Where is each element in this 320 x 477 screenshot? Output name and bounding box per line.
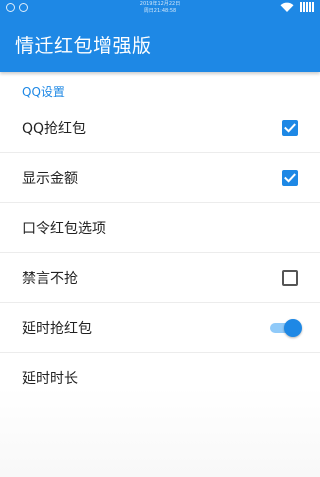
pref-label: 禁言不抢 [22,270,78,287]
muted-no-grab-checkbox[interactable] [282,269,298,286]
preferences-list: QQ抢红包 显示金额 口令红包选项 禁言不抢 延时抢红包 延时时长 [0,103,320,402]
pref-password-redpacket-options[interactable]: 口令红包选项 [0,203,320,253]
section-header-qq: QQ设置 [22,85,65,99]
app-title: 情迁红包增强版 [15,35,152,57]
qq-grab-checkbox[interactable] [282,119,298,136]
status-date: 2019年12月22日 [139,1,181,7]
switch-thumb [284,318,302,337]
pref-label: QQ抢红包 [22,120,87,137]
status-time: 周日21:48:58 [143,8,177,14]
screen: 2019年12月22日 周日21:48:58 情迁红包增强版 QQ设置 QQ抢红… [0,0,320,477]
bottom-fade [0,387,320,477]
check-icon [284,122,296,133]
status-right-icons [280,2,314,12]
pref-show-amount[interactable]: 显示金额 [0,153,320,203]
pref-label: 延时抢红包 [22,320,92,337]
pref-delayed-grab[interactable]: 延时抢红包 [0,303,320,353]
app-header: 2019年12月22日 周日21:48:58 情迁红包增强版 [0,0,320,72]
pref-label: 显示金额 [22,170,78,187]
battery-icon [300,2,314,12]
status-datetime: 2019年12月22日 周日21:48:58 [0,1,320,15]
pref-label: 延时时长 [22,370,78,387]
status-bar: 2019年12月22日 周日21:48:58 [0,0,320,18]
check-icon [284,172,296,183]
show-amount-checkbox[interactable] [282,169,298,186]
delayed-grab-switch[interactable] [268,318,302,338]
wifi-icon [280,2,294,12]
pref-muted-no-grab[interactable]: 禁言不抢 [0,253,320,303]
pref-label: 口令红包选项 [22,220,106,237]
pref-qq-grab-redpacket[interactable]: QQ抢红包 [0,103,320,153]
